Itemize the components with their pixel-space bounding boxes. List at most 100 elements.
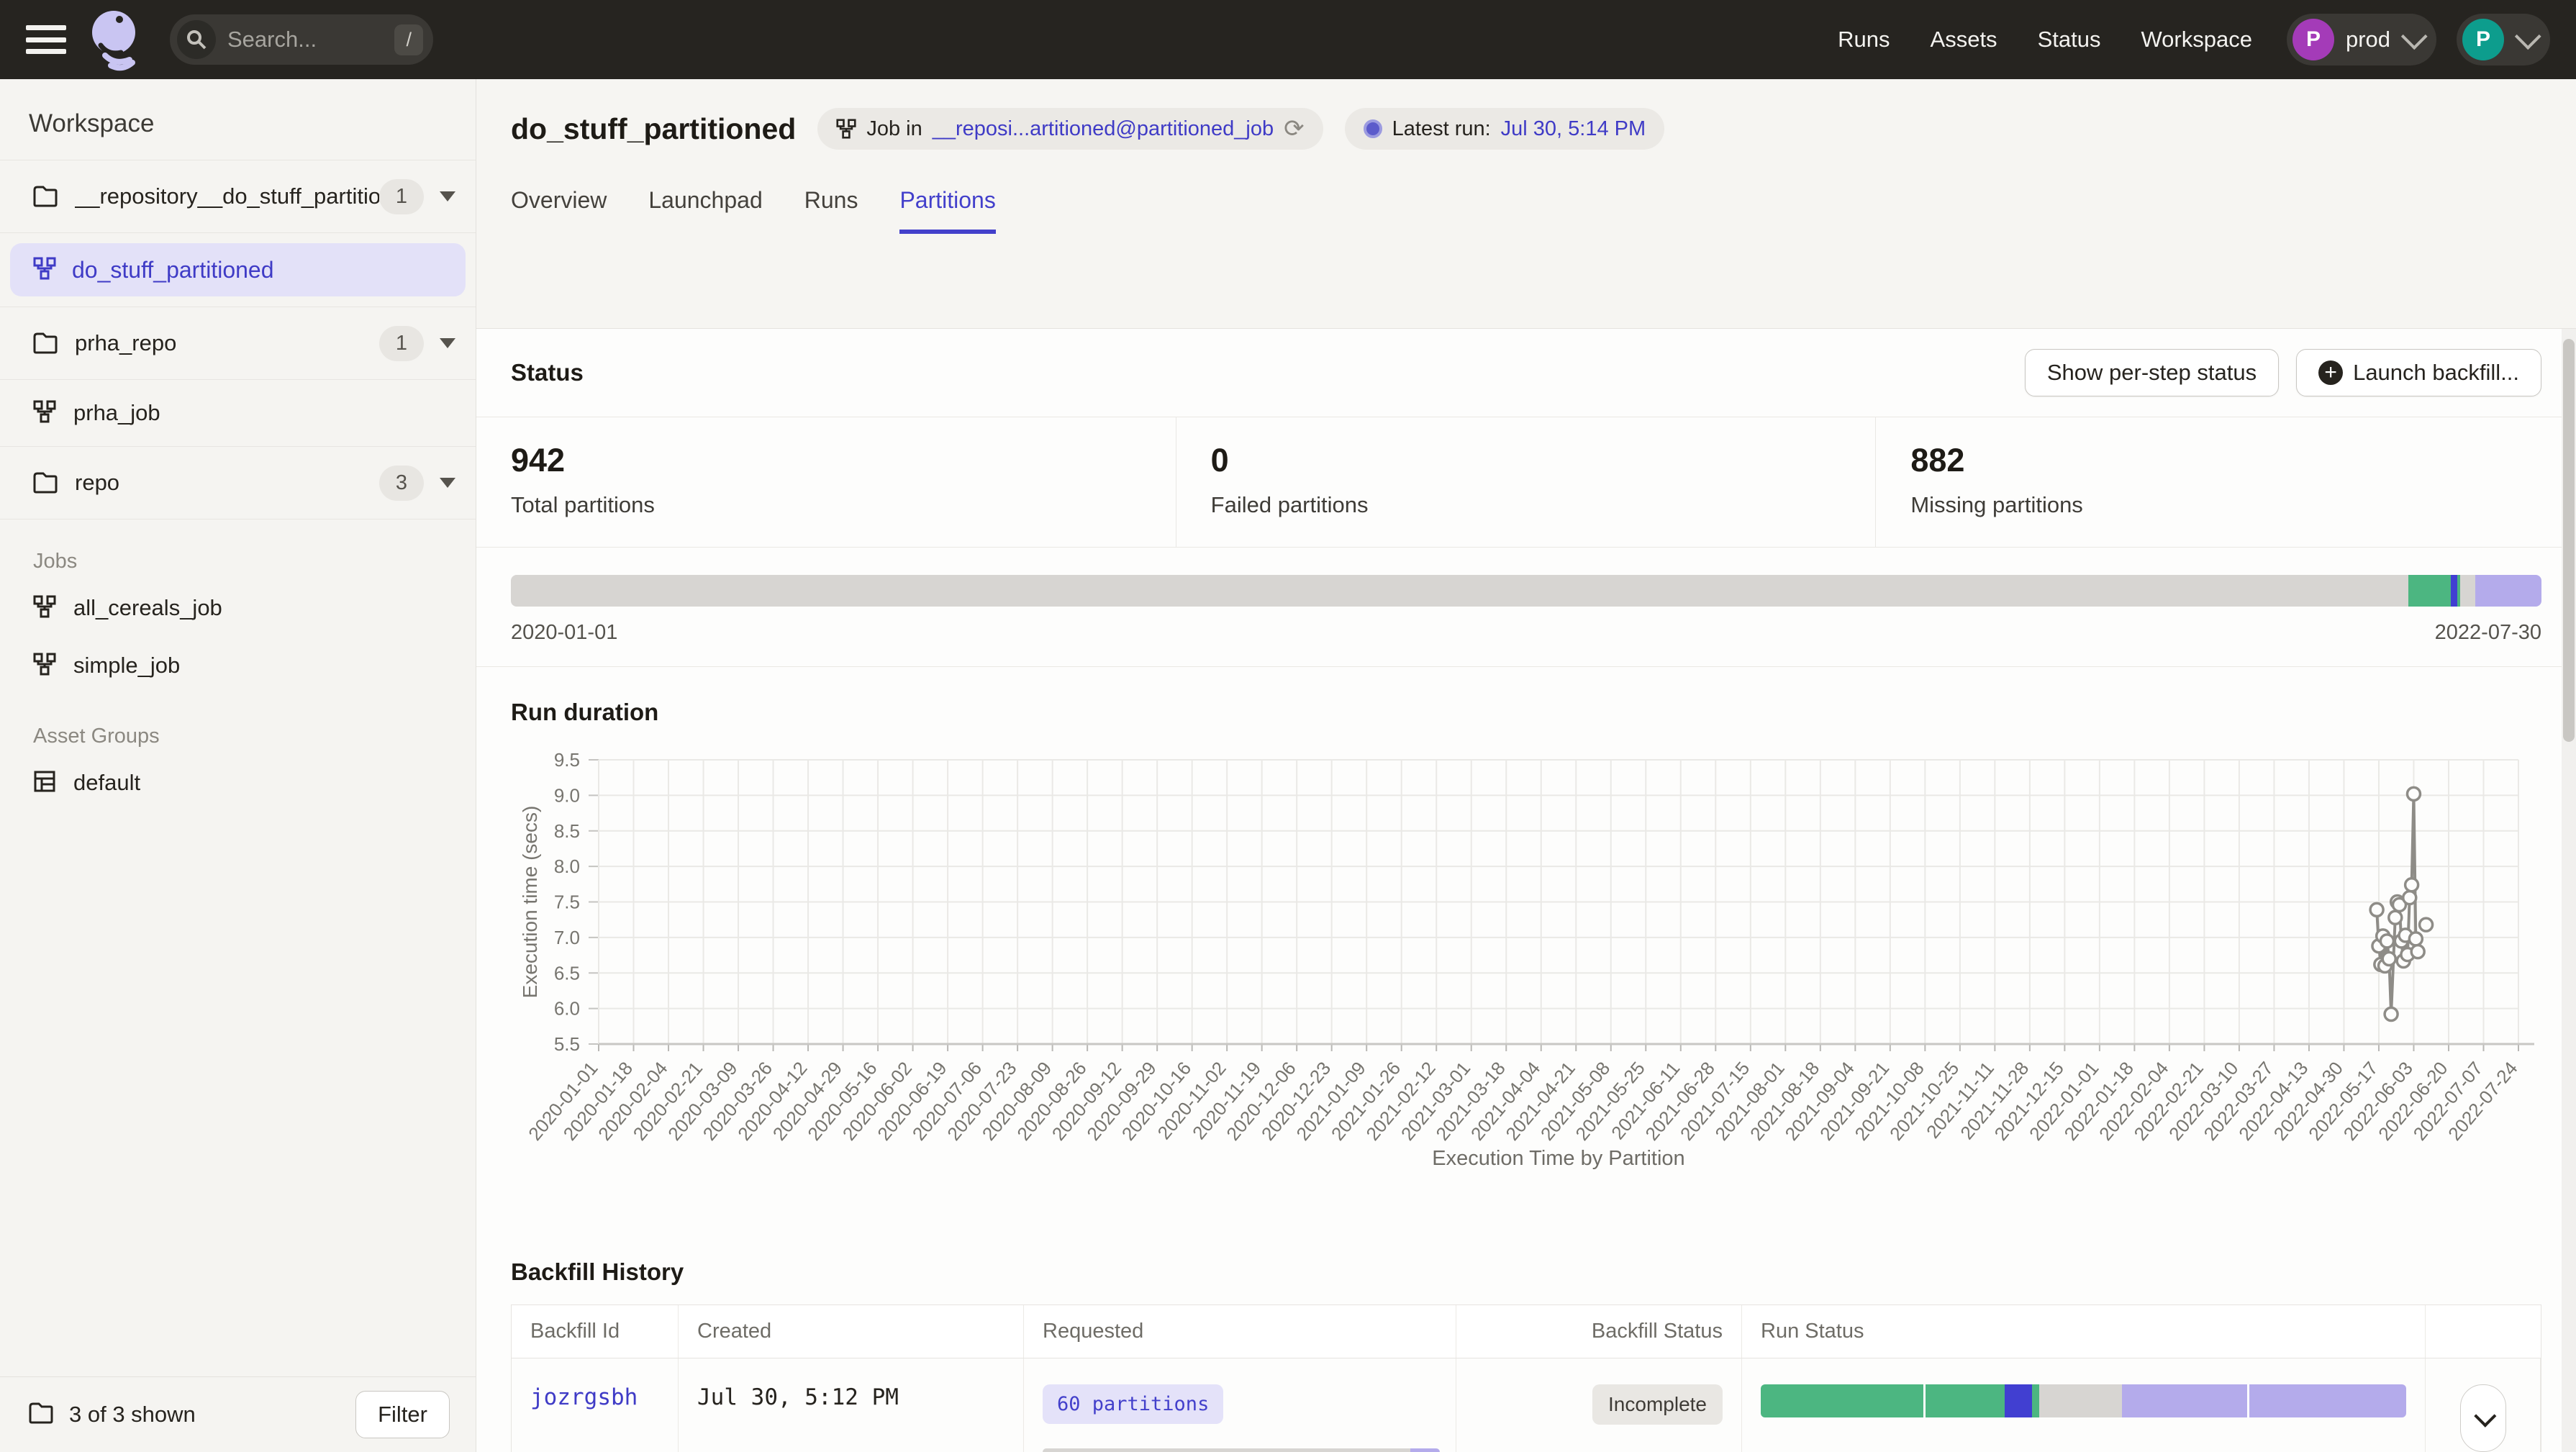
expand-row-button[interactable]	[2460, 1384, 2506, 1452]
column-run-status: Run Status	[1742, 1305, 2426, 1358]
deployment-switcher[interactable]: P prod	[2287, 14, 2436, 65]
job-location-link[interactable]: __reposi...artitioned@partitioned_job	[933, 117, 1274, 141]
run-status-bar[interactable]	[1761, 1384, 2406, 1417]
chevron-down-icon	[2515, 23, 2541, 50]
partition-range-end: 2022-07-30	[2435, 621, 2541, 645]
sidebar-footer: 3 of 3 shown Filter	[0, 1376, 476, 1452]
backfill-status-badge: Incomplete	[1592, 1384, 1723, 1425]
plus-circle-icon: +	[2318, 360, 2343, 385]
partition-status-bar[interactable]	[511, 575, 2541, 607]
refresh-icon[interactable]: ⟳	[1284, 117, 1305, 141]
deployment-avatar: P	[2292, 19, 2334, 60]
chevron-down-icon[interactable]	[440, 478, 455, 488]
svg-text:7.0: 7.0	[554, 927, 580, 948]
job-in-prefix: Job in	[866, 117, 922, 141]
sidebar-repo-repo[interactable]: repo 3	[0, 446, 476, 519]
stat-value: 942	[511, 442, 1141, 479]
partition-stats: 942 Total partitions 0 Failed partitions…	[476, 417, 2576, 548]
shown-count-label: 3 of 3 shown	[69, 1402, 355, 1428]
launch-backfill-button[interactable]: + Launch backfill...	[2296, 349, 2541, 396]
chevron-down-icon[interactable]	[440, 191, 455, 201]
folder-icon	[29, 1402, 53, 1428]
latest-run-link[interactable]: Jul 30, 5:14 PM	[1501, 117, 1646, 141]
chevron-down-icon	[2401, 23, 2428, 50]
top-nav-links: Runs Assets Status Workspace	[1838, 27, 2252, 53]
tab-runs[interactable]: Runs	[804, 187, 858, 234]
job-label: prha_job	[73, 400, 160, 426]
selected-job-label: do_stuff_partitioned	[72, 257, 274, 283]
scrollbar-thumb[interactable]	[2563, 339, 2575, 742]
stat-value: 882	[1910, 442, 2541, 479]
asset-group-icon	[33, 770, 56, 797]
job-icon	[836, 119, 856, 139]
repo-job-count-badge: 1	[379, 179, 424, 214]
job-icon	[33, 257, 56, 283]
column-created: Created	[679, 1305, 1024, 1358]
asset-groups-section-label: Asset Groups	[0, 694, 476, 754]
nav-workspace[interactable]: Workspace	[2141, 27, 2252, 53]
sidebar-repo-repository-do-stuff[interactable]: __repository__do_stuff_partitio... 1	[0, 160, 476, 232]
status-heading: Status	[511, 359, 584, 386]
table-row: jozrgsbh Jul 30, 5:12 PM 60 partitions 2…	[512, 1358, 2541, 1452]
execution-time-chart: 5.56.06.57.07.58.08.59.09.52020-01-01202…	[476, 733, 2576, 1222]
svg-text:6.0: 6.0	[554, 998, 580, 1020]
sidebar-item-all-cereals-job[interactable]: all_cereals_job	[0, 579, 476, 637]
chevron-down-icon	[2474, 1405, 2496, 1428]
workspace-sidebar: Workspace __repository__do_stuff_partiti…	[0, 79, 476, 1452]
run-duration-chart: 5.56.06.57.07.58.08.59.09.52020-01-01202…	[476, 733, 2576, 1222]
top-navigation-bar: Search... / Runs Assets Status Workspace…	[0, 0, 2576, 79]
nav-assets[interactable]: Assets	[1931, 27, 1997, 53]
partition-range-start: 2020-01-01	[511, 621, 617, 645]
nav-runs[interactable]: Runs	[1838, 27, 1890, 53]
job-location-badge: Job in __reposi...artitioned@partitioned…	[817, 108, 1323, 150]
nav-status[interactable]: Status	[2038, 27, 2101, 53]
folder-icon	[33, 186, 58, 207]
folder-icon	[33, 332, 58, 354]
repo-job-count-badge: 3	[379, 466, 424, 501]
sidebar-item-prha-job[interactable]: prha_job	[0, 379, 476, 446]
vertical-scrollbar[interactable]	[2562, 329, 2576, 1452]
user-avatar: P	[2462, 19, 2504, 60]
repo-job-count-badge: 1	[379, 326, 424, 361]
sidebar-item-default-asset-group[interactable]: default	[0, 754, 476, 812]
job-label: all_cereals_job	[73, 595, 222, 621]
tab-launchpad[interactable]: Launchpad	[648, 187, 762, 234]
svg-text:9.5: 9.5	[554, 749, 580, 771]
deployment-label: prod	[2346, 27, 2390, 53]
search-icon	[177, 20, 216, 59]
filter-button[interactable]: Filter	[355, 1391, 450, 1438]
column-requested: Requested	[1024, 1305, 1456, 1358]
jobs-section-label: Jobs	[0, 519, 476, 579]
job-label: simple_job	[73, 653, 180, 679]
show-per-step-status-button[interactable]: Show per-step status	[2025, 349, 2279, 396]
chevron-down-icon[interactable]	[440, 338, 455, 348]
backfill-history-heading: Backfill History	[511, 1258, 684, 1285]
backfill-history-table: Backfill Id Created Requested Backfill S…	[511, 1304, 2541, 1452]
svg-text:5.5: 5.5	[554, 1033, 580, 1055]
svg-text:8.5: 8.5	[554, 820, 580, 842]
search-placeholder: Search...	[227, 27, 394, 53]
tab-partitions[interactable]: Partitions	[899, 187, 995, 234]
column-actions	[2426, 1305, 2541, 1358]
stat-value: 0	[1211, 442, 1841, 479]
sidebar-repo-prha-repo[interactable]: prha_repo 1	[0, 307, 476, 379]
user-menu[interactable]: P	[2457, 14, 2550, 65]
sidebar-item-simple-job[interactable]: simple_job	[0, 637, 476, 694]
repo-label: repo	[75, 470, 379, 496]
backfill-created: Jul 30, 5:12 PM	[697, 1384, 899, 1410]
backfill-id-link[interactable]: jozrgsbh	[530, 1384, 638, 1410]
main-panel: do_stuff_partitioned Job in __reposi...a…	[476, 79, 2576, 1452]
search-shortcut-key: /	[394, 24, 423, 55]
repo-label: prha_repo	[75, 330, 379, 356]
search-input[interactable]: Search... /	[170, 14, 433, 65]
hamburger-menu-icon[interactable]	[26, 25, 66, 54]
tab-overview[interactable]: Overview	[511, 187, 607, 234]
svg-text:8.0: 8.0	[554, 856, 580, 877]
job-tabs: Overview Launchpad Runs Partitions	[511, 187, 2541, 234]
run-duration-heading: Run duration	[511, 699, 658, 725]
sidebar-item-do-stuff-partitioned-selected[interactable]: do_stuff_partitioned	[10, 243, 466, 296]
repo-label: __repository__do_stuff_partitio...	[75, 183, 379, 209]
requested-partitions-badge[interactable]: 60 partitions	[1043, 1384, 1223, 1424]
stat-label: Missing partitions	[1910, 492, 2541, 518]
requested-partitions-bar	[1043, 1448, 1440, 1452]
